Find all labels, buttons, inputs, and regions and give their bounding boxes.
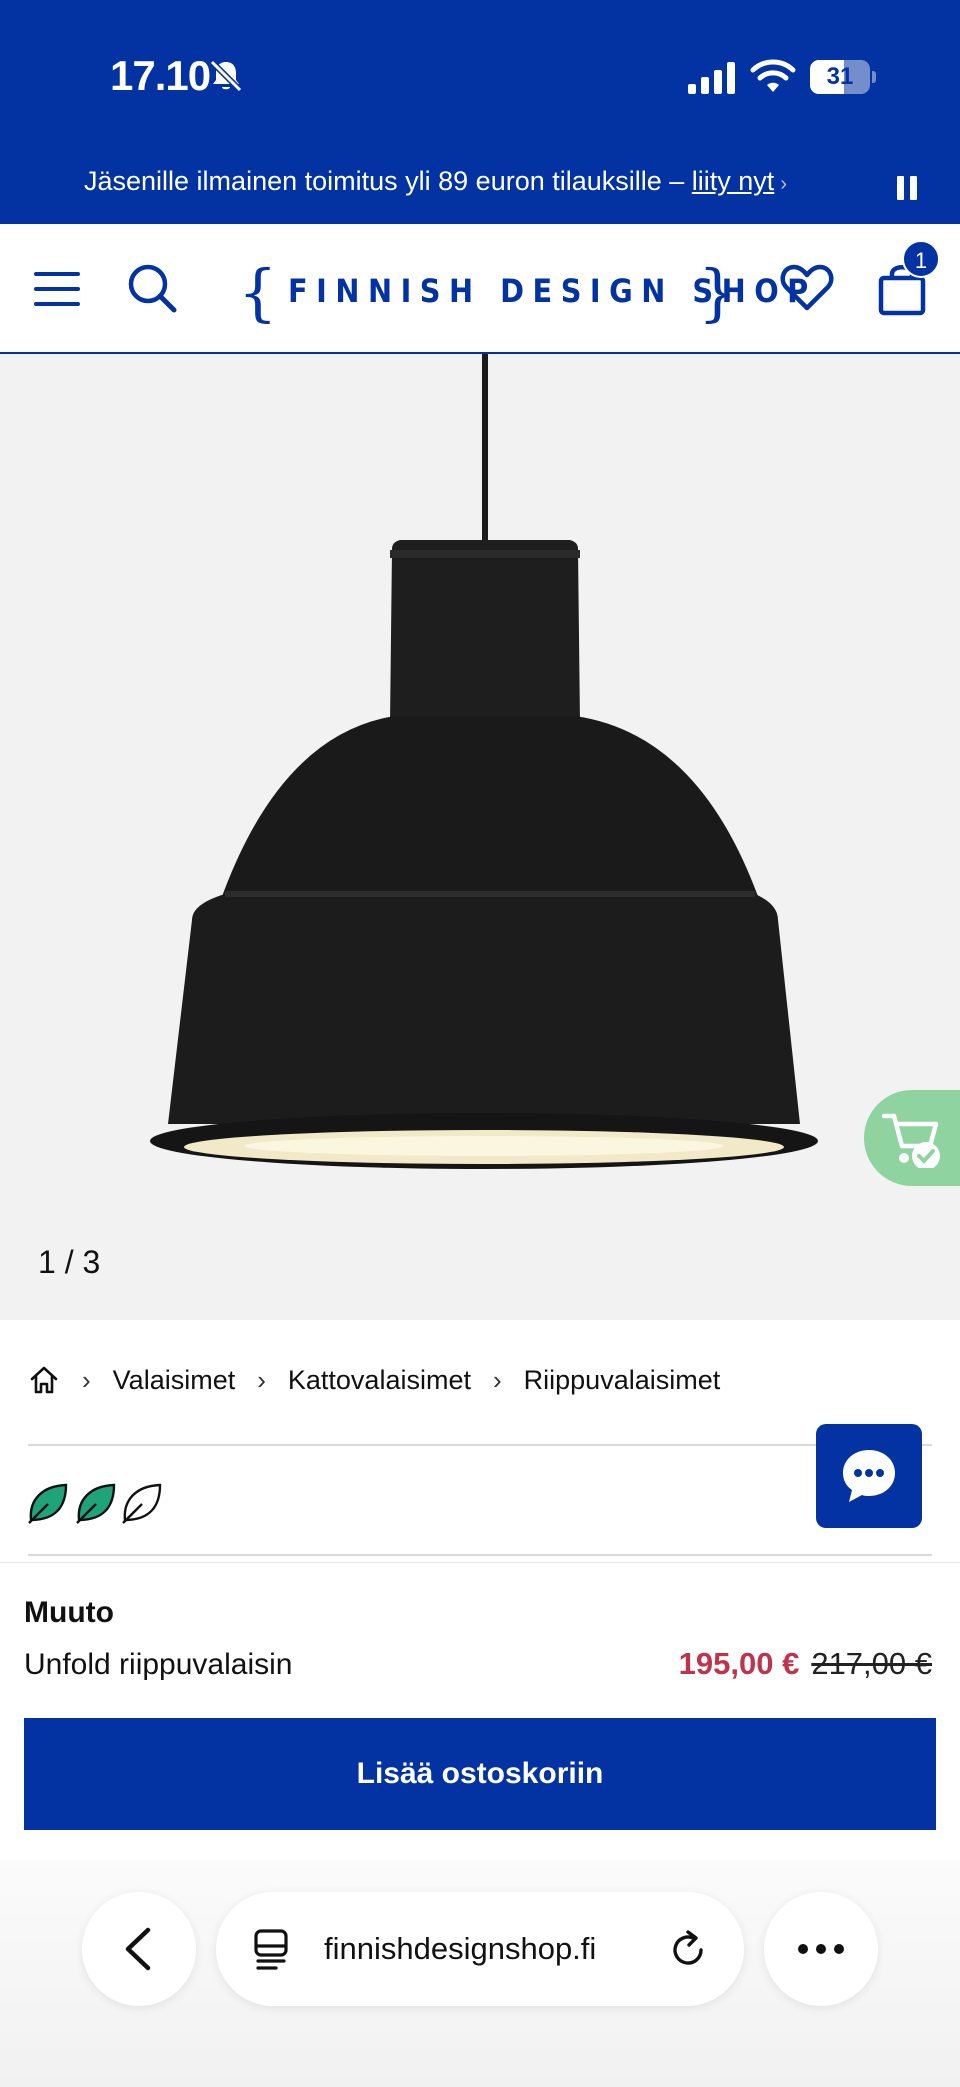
cellular-signal-icon (688, 62, 735, 94)
divider (28, 1444, 932, 1446)
back-button[interactable] (82, 1892, 196, 2006)
breadcrumb-item-kattovalaisimet[interactable]: Kattovalaisimet (288, 1365, 471, 1396)
eco-rating[interactable] (28, 1482, 164, 1524)
pause-icon[interactable] (897, 176, 917, 200)
breadcrumb-item-valaisimet[interactable]: Valaisimet (113, 1365, 236, 1396)
product-name: Unfold riippuvalaisin (24, 1648, 293, 1681)
price-block: 195,00 € 217,00 € (679, 1646, 932, 1682)
divider (28, 1554, 932, 1556)
promo-chevron-icon: › (780, 173, 787, 195)
product-image-gallery[interactable]: 1 / 3 (0, 354, 960, 1320)
logo-brace-left: { (238, 256, 278, 329)
product-brand[interactable]: Muuto (24, 1596, 114, 1630)
menu-icon[interactable] (34, 270, 80, 308)
cart-check-icon (882, 1113, 940, 1168)
breadcrumb-separator: › (82, 1364, 91, 1395)
bell-muted-icon (209, 59, 243, 93)
cart-count-badge: 1 (902, 240, 940, 278)
quick-cart-tab[interactable] (864, 1090, 960, 1186)
chat-button[interactable] (816, 1424, 922, 1528)
wishlist-heart-icon[interactable] (780, 264, 834, 312)
reload-icon[interactable] (668, 1930, 708, 1970)
battery-level: 31 (826, 63, 854, 90)
url-text: finnishdesignshop.fi (324, 1931, 597, 1966)
leaf-icon-empty (122, 1483, 162, 1524)
more-dots-icon (798, 1944, 844, 1954)
sale-price: 195,00 € (678, 1646, 800, 1681)
image-counter: 1 / 3 (38, 1244, 101, 1280)
breadcrumb: › Valaisimet › Kattovalaisimet › Riippuv… (28, 1360, 720, 1400)
chevron-left-icon (125, 1927, 151, 1971)
breadcrumb-item-riippuvalaisimet[interactable]: Riippuvalaisimet (524, 1365, 721, 1396)
original-price: 217,00 € (811, 1646, 932, 1681)
promo-text: Jäsenille ilmainen toimitus yli 89 euron… (84, 166, 692, 196)
page-menu-icon[interactable] (252, 1928, 292, 1970)
address-bar[interactable]: finnishdesignshop.fi (216, 1892, 744, 2006)
home-icon[interactable] (28, 1364, 60, 1396)
join-now-link[interactable]: liity nyt (692, 166, 775, 196)
logo-brace-right: } (698, 256, 738, 329)
leaf-icon-filled (28, 1483, 68, 1524)
pendant-lamp-image (150, 354, 818, 1169)
search-icon[interactable] (126, 262, 178, 314)
site-header: { FINNISH DESIGN SHOP } (0, 224, 960, 354)
add-to-cart-button[interactable]: Lisää ostoskoriin (24, 1718, 936, 1830)
status-time: 17.10 (110, 52, 211, 99)
chat-bubble-icon (843, 1450, 895, 1502)
battery-indicator: 31 (810, 60, 876, 94)
wifi-icon (750, 59, 796, 92)
breadcrumb-separator: › (492, 1364, 502, 1395)
more-button[interactable] (764, 1892, 878, 2006)
site-logo[interactable]: { FINNISH DESIGN SHOP } (238, 256, 808, 329)
breadcrumb-separator: › (257, 1364, 266, 1395)
leaf-icon-filled (76, 1483, 116, 1524)
